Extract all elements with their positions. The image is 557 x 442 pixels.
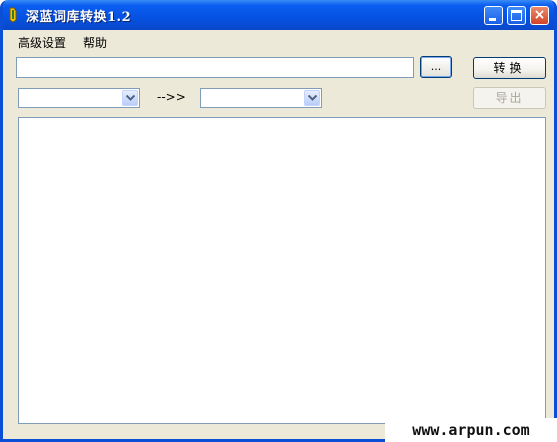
close-button[interactable]: × bbox=[530, 6, 549, 25]
export-button[interactable]: 导出 bbox=[473, 87, 546, 109]
close-icon: × bbox=[533, 7, 546, 23]
minimize-button[interactable] bbox=[484, 6, 503, 25]
title-bar[interactable]: 深蓝词库转换1.2 × bbox=[3, 0, 554, 30]
menu-advanced-settings[interactable]: 高级设置 bbox=[18, 34, 66, 51]
maximize-button[interactable] bbox=[507, 6, 526, 25]
conversion-arrow-label: -->> bbox=[157, 90, 186, 104]
window-title: 深蓝词库转换1.2 bbox=[26, 10, 132, 25]
app-icon bbox=[9, 7, 17, 23]
minimize-icon bbox=[489, 18, 496, 21]
menu-bar: 高级设置 帮助 bbox=[3, 30, 554, 52]
target-format-dropdown-button[interactable] bbox=[304, 90, 320, 106]
maximize-icon bbox=[511, 10, 522, 21]
menu-help[interactable]: 帮助 bbox=[83, 34, 107, 51]
output-textarea[interactable] bbox=[18, 117, 546, 424]
source-format-dropdown-button[interactable] bbox=[122, 90, 138, 106]
convert-button[interactable]: 转换 bbox=[473, 57, 546, 79]
browse-button[interactable]: ... bbox=[420, 56, 452, 78]
target-format-select[interactable] bbox=[200, 88, 322, 108]
chevron-down-icon bbox=[126, 95, 135, 101]
watermark-text: www.arpun.com bbox=[385, 418, 557, 442]
source-format-select[interactable] bbox=[18, 88, 140, 108]
app-window: 深蓝词库转换1.2 × 高级设置 帮助 ... 转换 -->> 导出 bbox=[0, 0, 557, 442]
chevron-down-icon bbox=[308, 95, 317, 101]
file-path-input[interactable] bbox=[16, 57, 414, 78]
